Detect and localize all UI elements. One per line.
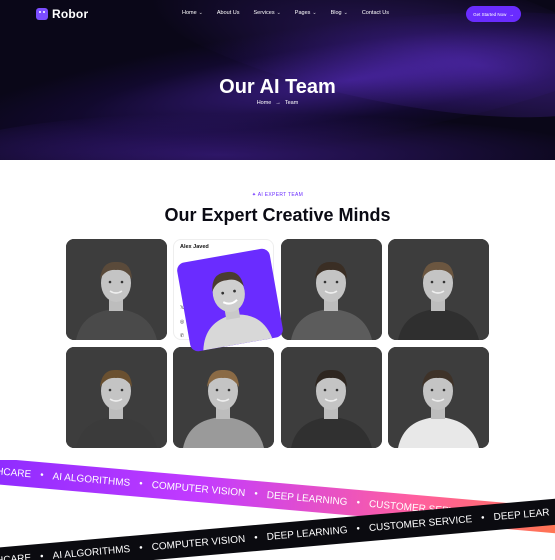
nav-item-about[interactable]: About Us <box>217 10 240 16</box>
nav-item-contact[interactable]: Contact Us <box>362 10 389 16</box>
team-member-photo[interactable] <box>173 347 274 448</box>
member-name: Alex Javed <box>180 244 209 250</box>
topic-label: COMPUTER VISION <box>151 533 246 553</box>
topic-label: AI ALGORITHMS <box>52 543 131 560</box>
nav-item-label: Pages <box>294 10 311 16</box>
brand-name: Robor <box>52 7 89 21</box>
topic-label: THCARE <box>0 465 32 480</box>
chevron-down-icon: ⌄ <box>343 10 348 16</box>
nav-item-label: Services <box>253 10 275 16</box>
whatsapp-icon[interactable]: ✆ <box>178 332 186 340</box>
chevron-down-icon: ⌄ <box>198 10 203 16</box>
chevron-down-icon: ⌄ <box>312 10 317 16</box>
arrow-right-icon: → <box>275 100 281 106</box>
section-eyebrow: ✦ AI EXPERT TEAM <box>251 192 304 198</box>
section-title: Our Expert Creative Minds <box>164 205 391 225</box>
team-member-photo[interactable] <box>281 347 382 448</box>
team-member-photo[interactable] <box>66 239 167 340</box>
breadcrumb: Home → Team <box>0 100 555 106</box>
page-title: Our AI Team <box>219 76 336 98</box>
arrow-right-icon: → <box>509 11 514 17</box>
cta-label: Get Started Now <box>473 11 507 17</box>
topic-label: THCARE <box>0 552 32 560</box>
robot-logo-icon <box>36 8 48 20</box>
top-nav: Robor Home ⌄ About Us Services ⌄ Pages ⌄ Bl… <box>0 0 555 30</box>
team-member-photo[interactable] <box>388 239 489 340</box>
main-menu: Home ⌄ About Us Services ⌄ Pages ⌄ Blog ⌄ Co… <box>182 10 403 16</box>
nav-item-services[interactable]: Services ⌄ <box>254 10 281 16</box>
topic-label: AI ALGORITHMS <box>52 470 131 489</box>
team-member-photo[interactable] <box>281 239 382 340</box>
brand-logo[interactable]: Robor <box>36 7 88 21</box>
topic-label: CUSTOMER SERVICE <box>368 513 473 534</box>
topic-label: DEEP LEAR <box>493 506 550 523</box>
topic-label: DEEP LEARNING <box>266 524 348 543</box>
topic-label: DEEP LEARNING <box>266 489 348 508</box>
team-member-photo[interactable] <box>388 347 489 448</box>
nav-item-pages[interactable]: Pages ⌄ <box>295 10 317 16</box>
nav-item-label: Blog <box>330 10 342 16</box>
nav-item-home[interactable]: Home ⌄ <box>182 10 203 16</box>
get-started-button[interactable]: Get Started Now → <box>466 6 521 22</box>
chevron-down-icon: ⌄ <box>276 10 281 16</box>
nav-item-blog[interactable]: Blog ⌄ <box>331 10 348 16</box>
page-hero: Robor Home ⌄ About Us Services ⌄ Pages ⌄ Bl… <box>0 0 555 160</box>
nav-item-label: Contact Us <box>361 10 390 16</box>
nav-item-label: About Us <box>216 10 240 16</box>
topic-label: COMPUTER VISION <box>151 479 246 499</box>
nav-item-label: Home <box>182 10 197 16</box>
breadcrumb-current: Team <box>284 100 299 106</box>
topic-banners: THCARE ● AI ALGORITHMS ● COMPUTER VISION ● DEE… <box>0 460 555 560</box>
featured-member-photo <box>175 247 285 353</box>
team-member-photo[interactable] <box>66 347 167 448</box>
breadcrumb-home[interactable]: Home <box>257 100 272 106</box>
featured-member-card[interactable]: Alex Javed f 𝕏 ◎ ✆ <box>173 239 285 353</box>
